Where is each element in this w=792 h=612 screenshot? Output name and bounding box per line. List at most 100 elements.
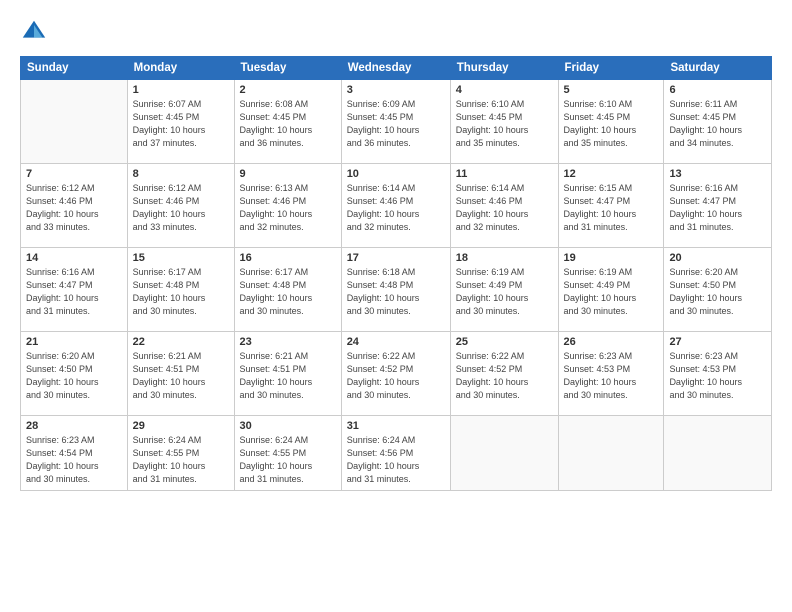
weekday-header-monday: Monday [127, 57, 234, 80]
day-number: 23 [240, 336, 336, 348]
calendar-cell [664, 416, 772, 491]
day-number: 16 [240, 252, 336, 264]
day-info: Sunrise: 6:14 AMSunset: 4:46 PMDaylight:… [347, 182, 445, 234]
day-info: Sunrise: 6:10 AMSunset: 4:45 PMDaylight:… [564, 98, 659, 150]
calendar-cell: 6 Sunrise: 6:11 AMSunset: 4:45 PMDaylight… [664, 80, 772, 164]
day-info: Sunrise: 6:24 AMSunset: 4:55 PMDaylight:… [240, 434, 336, 486]
day-info: Sunrise: 6:24 AMSunset: 4:56 PMDaylight:… [347, 434, 445, 486]
calendar-cell: 28 Sunrise: 6:23 AMSunset: 4:54 PMDayligh… [21, 416, 128, 491]
calendar-cell: 21 Sunrise: 6:20 AMSunset: 4:50 PMDayligh… [21, 332, 128, 416]
calendar-cell: 2 Sunrise: 6:08 AMSunset: 4:45 PMDaylight… [234, 80, 341, 164]
day-number: 28 [26, 420, 122, 432]
day-number: 10 [347, 168, 445, 180]
day-info: Sunrise: 6:22 AMSunset: 4:52 PMDaylight:… [347, 350, 445, 402]
day-info: Sunrise: 6:21 AMSunset: 4:51 PMDaylight:… [133, 350, 229, 402]
weekday-header-sunday: Sunday [21, 57, 128, 80]
week-row-1: 7Sunrise: 6:12 AMSunset: 4:46 PMDaylight… [21, 164, 772, 248]
week-row-3: 21 Sunrise: 6:20 AMSunset: 4:50 PMDayligh… [21, 332, 772, 416]
day-number: 9 [240, 168, 336, 180]
day-number: 14 [26, 252, 122, 264]
day-number: 22 [133, 336, 229, 348]
day-number: 31 [347, 420, 445, 432]
day-info: Sunrise: 6:11 AMSunset: 4:45 PMDaylight:… [669, 98, 766, 150]
day-number: 21 [26, 336, 122, 348]
day-number: 25 [456, 336, 553, 348]
calendar-cell: 12 Sunrise: 6:15 AMSunset: 4:47 PMDayligh… [558, 164, 664, 248]
calendar-table: SundayMondayTuesdayWednesdayThursdayFrid… [20, 56, 772, 491]
day-info: Sunrise: 6:15 AMSunset: 4:47 PMDaylight:… [564, 182, 659, 234]
day-info: Sunrise: 6:23 AMSunset: 4:54 PMDaylight:… [26, 434, 122, 486]
day-number: 5 [564, 84, 659, 96]
day-info: Sunrise: 6:16 AMSunset: 4:47 PMDaylight:… [669, 182, 766, 234]
day-number: 3 [347, 84, 445, 96]
calendar-cell: 9Sunrise: 6:13 AMSunset: 4:46 PMDaylight… [234, 164, 341, 248]
calendar-cell: 18 Sunrise: 6:19 AMSunset: 4:49 PMDayligh… [450, 248, 558, 332]
calendar-cell [21, 80, 128, 164]
calendar-page: SundayMondayTuesdayWednesdayThursdayFrid… [0, 0, 792, 612]
calendar-cell: 13 Sunrise: 6:16 AMSunset: 4:47 PMDayligh… [664, 164, 772, 248]
calendar-cell: 24 Sunrise: 6:22 AMSunset: 4:52 PMDayligh… [341, 332, 450, 416]
week-row-2: 14 Sunrise: 6:16 AMSunset: 4:47 PMDayligh… [21, 248, 772, 332]
day-info: Sunrise: 6:08 AMSunset: 4:45 PMDaylight:… [240, 98, 336, 150]
day-info: Sunrise: 6:23 AMSunset: 4:53 PMDaylight:… [564, 350, 659, 402]
day-number: 26 [564, 336, 659, 348]
day-number: 17 [347, 252, 445, 264]
calendar-cell: 15Sunrise: 6:17 AMSunset: 4:48 PMDayligh… [127, 248, 234, 332]
day-number: 6 [669, 84, 766, 96]
day-info: Sunrise: 6:09 AMSunset: 4:45 PMDaylight:… [347, 98, 445, 150]
day-number: 20 [669, 252, 766, 264]
week-row-0: 1Sunrise: 6:07 AMSunset: 4:45 PMDaylight… [21, 80, 772, 164]
calendar-cell: 27 Sunrise: 6:23 AMSunset: 4:53 PMDayligh… [664, 332, 772, 416]
day-info: Sunrise: 6:21 AMSunset: 4:51 PMDaylight:… [240, 350, 336, 402]
day-info: Sunrise: 6:17 AMSunset: 4:48 PMDaylight:… [240, 266, 336, 318]
day-info: Sunrise: 6:10 AMSunset: 4:45 PMDaylight:… [456, 98, 553, 150]
calendar-cell [450, 416, 558, 491]
calendar-cell: 5 Sunrise: 6:10 AMSunset: 4:45 PMDaylight… [558, 80, 664, 164]
calendar-cell: 22 Sunrise: 6:21 AMSunset: 4:51 PMDayligh… [127, 332, 234, 416]
day-info: Sunrise: 6:17 AMSunset: 4:48 PMDaylight:… [133, 266, 229, 318]
day-number: 24 [347, 336, 445, 348]
day-info: Sunrise: 6:20 AMSunset: 4:50 PMDaylight:… [26, 350, 122, 402]
day-info: Sunrise: 6:16 AMSunset: 4:47 PMDaylight:… [26, 266, 122, 318]
calendar-cell: 31 Sunrise: 6:24 AMSunset: 4:56 PMDayligh… [341, 416, 450, 491]
calendar-cell [558, 416, 664, 491]
calendar-cell: 19 Sunrise: 6:19 AMSunset: 4:49 PMDayligh… [558, 248, 664, 332]
calendar-cell: 3 Sunrise: 6:09 AMSunset: 4:45 PMDaylight… [341, 80, 450, 164]
day-info: Sunrise: 6:19 AMSunset: 4:49 PMDaylight:… [456, 266, 553, 318]
week-row-4: 28 Sunrise: 6:23 AMSunset: 4:54 PMDayligh… [21, 416, 772, 491]
day-number: 29 [133, 420, 229, 432]
day-number: 12 [564, 168, 659, 180]
calendar-cell: 8Sunrise: 6:12 AMSunset: 4:46 PMDaylight… [127, 164, 234, 248]
calendar-cell: 4Sunrise: 6:10 AMSunset: 4:45 PMDaylight… [450, 80, 558, 164]
day-number: 11 [456, 168, 553, 180]
calendar-cell: 11 Sunrise: 6:14 AMSunset: 4:46 PMDayligh… [450, 164, 558, 248]
day-info: Sunrise: 6:12 AMSunset: 4:46 PMDaylight:… [133, 182, 229, 234]
weekday-header-saturday: Saturday [664, 57, 772, 80]
logo [20, 18, 52, 46]
day-info: Sunrise: 6:19 AMSunset: 4:49 PMDaylight:… [564, 266, 659, 318]
day-info: Sunrise: 6:23 AMSunset: 4:53 PMDaylight:… [669, 350, 766, 402]
calendar-cell: 1Sunrise: 6:07 AMSunset: 4:45 PMDaylight… [127, 80, 234, 164]
day-number: 18 [456, 252, 553, 264]
day-info: Sunrise: 6:24 AMSunset: 4:55 PMDaylight:… [133, 434, 229, 486]
header [20, 18, 772, 46]
day-info: Sunrise: 6:14 AMSunset: 4:46 PMDaylight:… [456, 182, 553, 234]
day-info: Sunrise: 6:18 AMSunset: 4:48 PMDaylight:… [347, 266, 445, 318]
calendar-cell: 7Sunrise: 6:12 AMSunset: 4:46 PMDaylight… [21, 164, 128, 248]
day-number: 19 [564, 252, 659, 264]
calendar-cell: 23 Sunrise: 6:21 AMSunset: 4:51 PMDayligh… [234, 332, 341, 416]
weekday-header-tuesday: Tuesday [234, 57, 341, 80]
day-number: 1 [133, 84, 229, 96]
calendar-cell: 16 Sunrise: 6:17 AMSunset: 4:48 PMDayligh… [234, 248, 341, 332]
day-number: 2 [240, 84, 336, 96]
day-number: 27 [669, 336, 766, 348]
day-number: 30 [240, 420, 336, 432]
weekday-header-wednesday: Wednesday [341, 57, 450, 80]
calendar-cell: 17 Sunrise: 6:18 AMSunset: 4:48 PMDayligh… [341, 248, 450, 332]
weekday-header-friday: Friday [558, 57, 664, 80]
day-info: Sunrise: 6:20 AMSunset: 4:50 PMDaylight:… [669, 266, 766, 318]
day-number: 13 [669, 168, 766, 180]
logo-icon [20, 18, 48, 46]
calendar-cell: 25Sunrise: 6:22 AMSunset: 4:52 PMDayligh… [450, 332, 558, 416]
calendar-cell: 29 Sunrise: 6:24 AMSunset: 4:55 PMDayligh… [127, 416, 234, 491]
